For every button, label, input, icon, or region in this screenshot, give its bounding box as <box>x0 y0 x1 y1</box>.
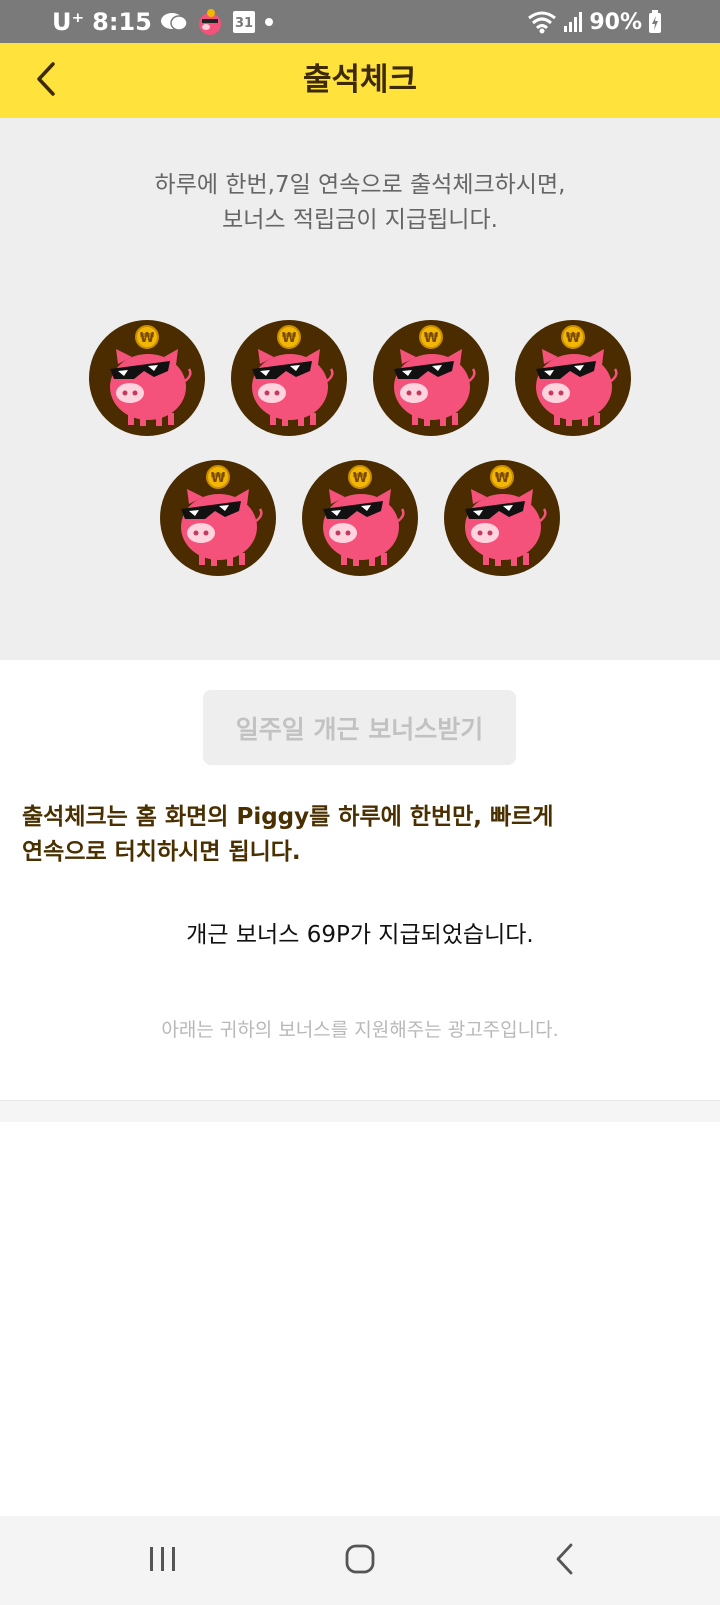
piggy-sunglasses-icon: ₩ <box>301 459 419 577</box>
status-bar: U⁺ 8:15 31 90% <box>0 0 720 43</box>
piggy-sunglasses-icon: ₩ <box>88 319 206 437</box>
status-left: U⁺ 8:15 31 <box>52 6 274 38</box>
wifi-icon <box>527 10 557 34</box>
battery-charging-icon <box>648 10 662 34</box>
nav-back-button[interactable] <box>505 1516 625 1605</box>
svg-text:₩: ₩ <box>495 471 510 486</box>
piggy-sunglasses-icon: ₩ <box>372 319 490 437</box>
instruction-text: 출석체크는 홈 화면의 Piggy를 하루에 한번만, 빠르게 연속으로 터치하… <box>22 800 702 870</box>
battery-percent: 90% <box>589 9 642 35</box>
intro-line-2: 보너스 적립금이 지급됩니다. <box>222 207 498 233</box>
recent-apps-button[interactable] <box>103 1516 223 1605</box>
piggy-sunglasses-icon: ₩ <box>514 319 632 437</box>
recent-apps-icon <box>147 1544 179 1578</box>
intro-line-1: 하루에 한번,7일 연속으로 출석체크하시면, <box>154 172 566 198</box>
piggy-sunglasses-icon: ₩ <box>443 459 561 577</box>
home-button[interactable] <box>300 1516 420 1605</box>
status-right: 90% <box>527 6 662 38</box>
carrier-label: U⁺ <box>52 8 85 36</box>
piggy-app-icon <box>196 8 224 36</box>
notification-dot-icon <box>264 17 274 27</box>
svg-text:₩: ₩ <box>140 331 155 346</box>
back-icon <box>553 1542 577 1580</box>
clock: 8:15 <box>92 8 152 36</box>
weekly-bonus-button[interactable]: 일주일 개근 보너스받기 <box>203 690 516 765</box>
svg-text:₩: ₩ <box>211 471 226 486</box>
chat-bubble-icon <box>160 11 188 33</box>
svg-text:31: 31 <box>235 16 253 31</box>
piggy-sunglasses-icon: ₩ <box>230 319 348 437</box>
calendar-icon: 31 <box>232 10 256 34</box>
intro-text: 하루에 한번,7일 연속으로 출석체크하시면, 보너스 적립금이 지급됩니다. <box>0 168 720 238</box>
signal-icon <box>563 11 583 33</box>
ad-notice: 아래는 귀하의 보너스를 지원해주는 광고주입니다. <box>161 1019 559 1041</box>
app-bar: 출석체크 <box>0 43 720 118</box>
section-divider <box>0 1100 720 1122</box>
svg-text:₩: ₩ <box>566 331 581 346</box>
svg-text:₩: ₩ <box>282 331 297 346</box>
svg-text:₩: ₩ <box>353 471 368 486</box>
instruction-line-2: 연속으로 터치하시면 됩니다. <box>22 839 301 865</box>
system-nav-bar <box>0 1516 720 1605</box>
piggy-sunglasses-icon: ₩ <box>159 459 277 577</box>
page-title: 출석체크 <box>302 62 418 98</box>
svg-text:₩: ₩ <box>424 331 439 346</box>
bonus-granted-message: 개근 보너스 69P가 지급되었습니다. <box>186 922 534 948</box>
instruction-line-1: 출석체크는 홈 화면의 Piggy를 하루에 한번만, 빠르게 <box>22 804 554 830</box>
home-icon <box>344 1543 376 1579</box>
